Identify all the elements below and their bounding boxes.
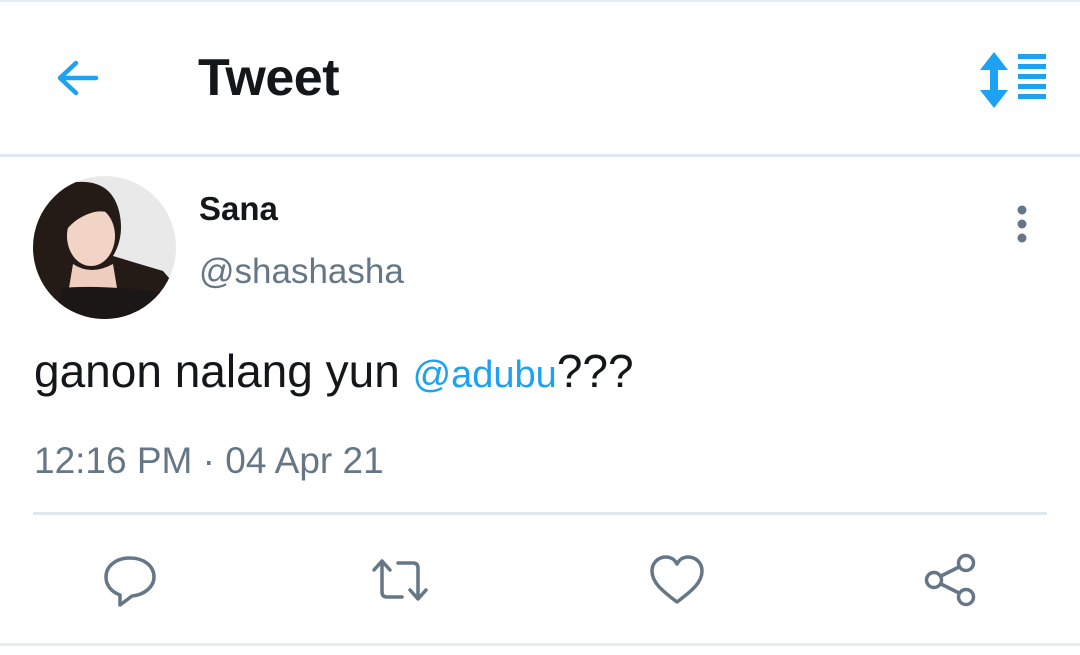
tweet-timestamp: 12:16 PM · 04 Apr 21 [34, 440, 384, 482]
header-divider [0, 154, 1080, 157]
page-title: Tweet [198, 49, 340, 107]
back-button[interactable] [50, 54, 106, 102]
share-icon [924, 553, 976, 607]
heart-icon [650, 555, 704, 604]
tweet-date: 04 Apr 21 [225, 440, 384, 481]
share-button[interactable] [920, 550, 980, 610]
sort-list-icon [980, 52, 1046, 108]
mention-link[interactable]: @adubu [413, 354, 557, 396]
actions-divider [33, 512, 1047, 515]
reply-icon [104, 556, 156, 607]
avatar[interactable] [33, 176, 176, 319]
avatar-image [33, 176, 176, 319]
more-options-button[interactable] [1002, 200, 1042, 250]
author-name[interactable]: Sana [199, 190, 278, 228]
sort-button[interactable] [976, 48, 1052, 112]
tweet-text-body: ganon nalang yun [34, 345, 413, 397]
tweet-time: 12:16 PM [34, 440, 193, 481]
author-handle: @shashasha [199, 252, 404, 291]
bottom-border [0, 643, 1080, 646]
tweet-text: ganon nalang yun @adubu??? [34, 344, 634, 398]
timestamp-separator: · [202, 440, 215, 481]
like-button[interactable] [647, 550, 707, 610]
retweet-button[interactable] [370, 550, 430, 610]
app-header: Tweet [0, 2, 1080, 154]
retweet-icon [372, 559, 428, 601]
arrow-left-icon [57, 60, 99, 96]
more-vertical-icon [1017, 205, 1027, 243]
reply-button[interactable] [100, 550, 160, 610]
tweet-text-suffix: ??? [556, 345, 634, 397]
